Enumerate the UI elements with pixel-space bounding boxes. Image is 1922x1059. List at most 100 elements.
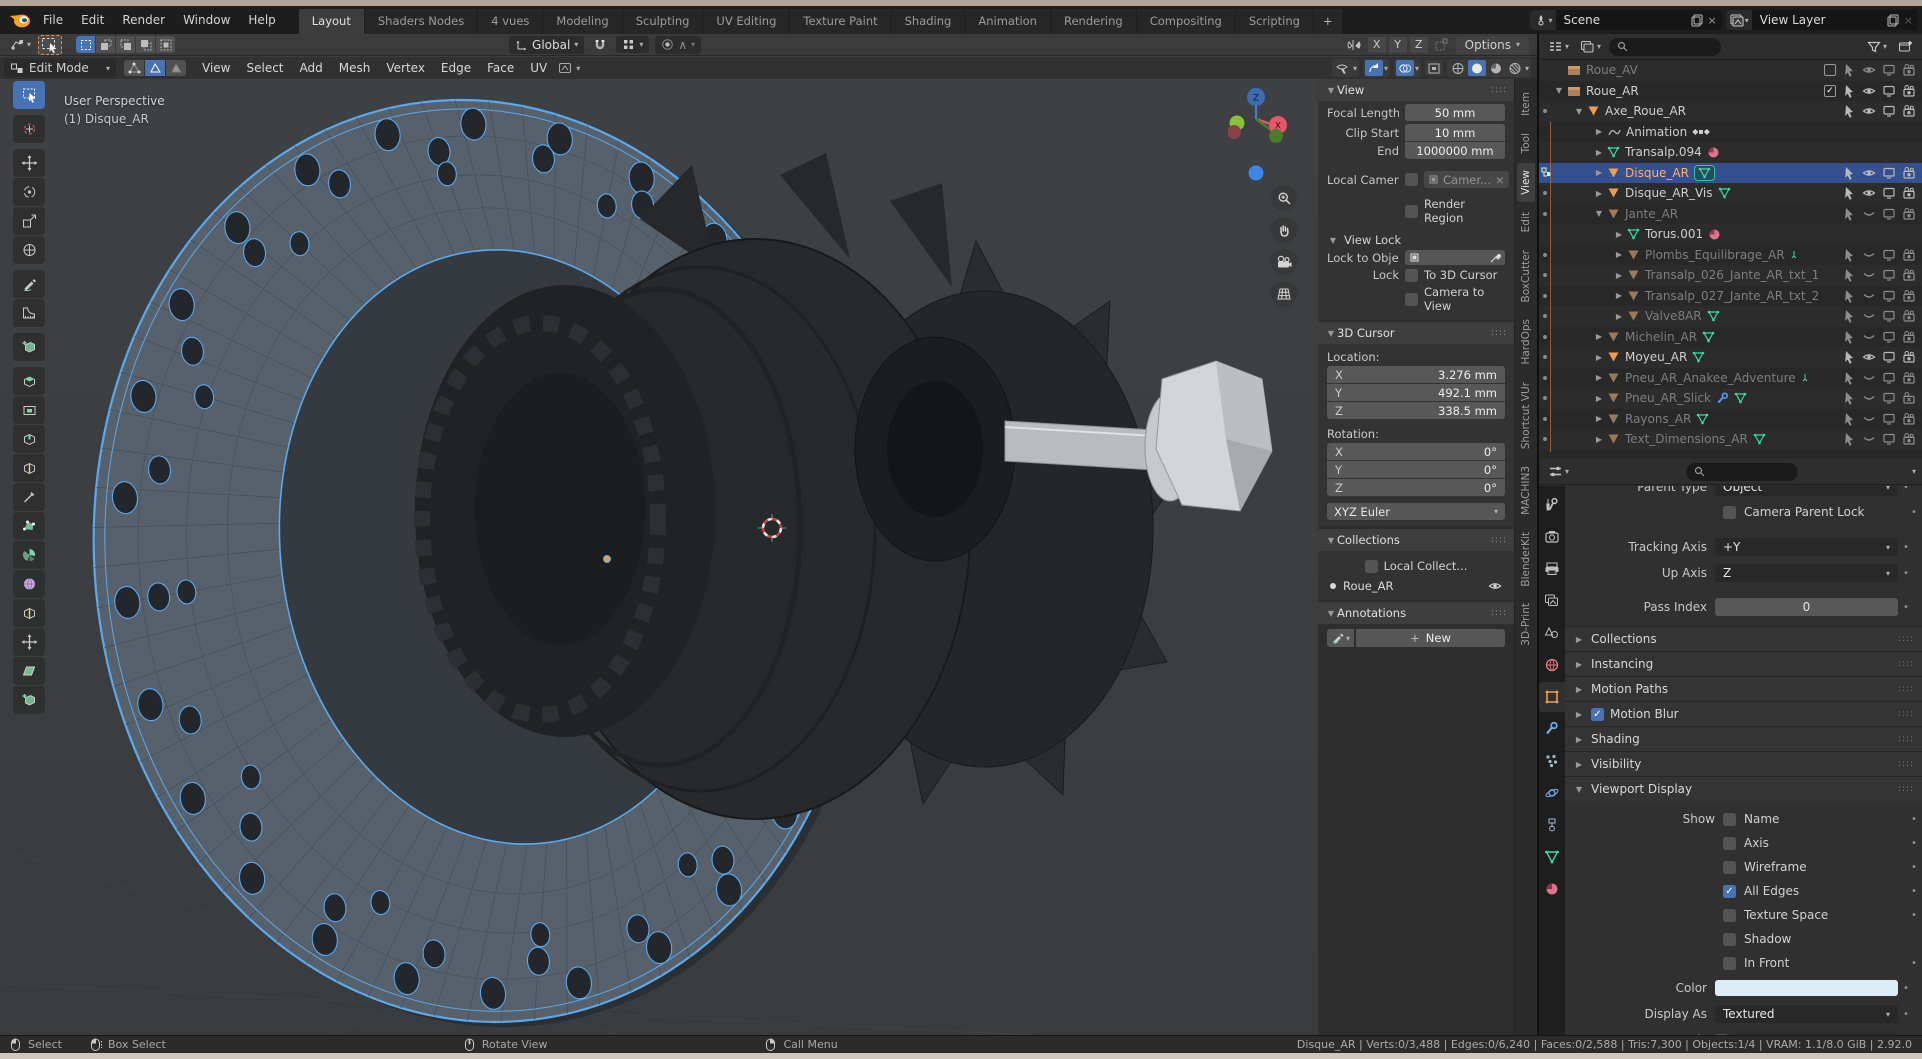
- render-region-checkbox[interactable]: [1405, 205, 1418, 218]
- visibility-eye-icon[interactable]: [1862, 350, 1876, 364]
- select-intersect-button[interactable]: [156, 36, 175, 53]
- pan-hand-icon[interactable]: [1271, 217, 1297, 243]
- shading-solid-icon[interactable]: [1468, 60, 1486, 76]
- view-section-header[interactable]: ▼View::::: [1318, 79, 1514, 101]
- outliner-row-roue_av[interactable]: Roue_AV: [1539, 60, 1922, 81]
- render-disable-icon[interactable]: [1902, 350, 1916, 364]
- render-disable-icon[interactable]: [1902, 166, 1916, 180]
- properties-tab-material[interactable]: [1539, 874, 1565, 904]
- viewport-disable-icon[interactable]: [1882, 186, 1896, 200]
- visibility-eye-closed-icon[interactable]: [1862, 248, 1876, 262]
- gizmo-z-neg-axis[interactable]: [1249, 166, 1264, 181]
- outliner-row-text_dimensions_ar[interactable]: ▶Text_Dimensions_AR: [1539, 429, 1922, 450]
- selectable-icon[interactable]: [1842, 391, 1856, 405]
- workspace-tab-shading[interactable]: Shading: [892, 9, 965, 34]
- render-disable-icon[interactable]: [1902, 268, 1916, 282]
- n-panel-tab-machin3[interactable]: MACHIN3: [1517, 459, 1535, 522]
- xray-toggle-icon[interactable]: [1425, 60, 1443, 76]
- workspace-tab-rendering[interactable]: Rendering: [1051, 9, 1136, 34]
- outliner-row-animation[interactable]: ▶Animation◆▪◆: [1539, 122, 1922, 143]
- workspace-tab-layout[interactable]: Layout: [299, 9, 364, 34]
- local-collections-checkbox[interactable]: [1365, 560, 1378, 573]
- outliner-row-plombs_equilibrage_ar[interactable]: ▶Plombs_Equilibrage_AR: [1539, 245, 1922, 266]
- visibility-eye-icon[interactable]: [1862, 166, 1876, 180]
- selectable-icon[interactable]: [1842, 309, 1856, 323]
- n-panel-tab-hardops[interactable]: HardOps: [1517, 312, 1535, 372]
- rotate-tool-button[interactable]: [13, 178, 45, 206]
- cursor-rot-x[interactable]: X0°: [1327, 443, 1505, 460]
- panel-header-collections[interactable]: ▶Collections::::: [1565, 626, 1922, 651]
- cursor-tool-button[interactable]: [13, 115, 45, 143]
- selectable-icon[interactable]: [1842, 186, 1856, 200]
- panel-header-instancing[interactable]: ▶Instancing::::: [1565, 651, 1922, 676]
- mirror-y-button[interactable]: Y: [1389, 37, 1407, 53]
- select-extend-button[interactable]: [96, 36, 115, 53]
- selectable-icon[interactable]: [1842, 350, 1856, 364]
- motion-blur-checkbox[interactable]: ✓: [1591, 708, 1604, 721]
- render-disable-icon[interactable]: [1902, 309, 1916, 323]
- visibility-eye-closed-icon[interactable]: [1862, 391, 1876, 405]
- visibility-eye-closed-icon[interactable]: [1862, 330, 1876, 344]
- render-disable-icon[interactable]: [1902, 330, 1916, 344]
- clip-end-field[interactable]: 1000000 mm: [1405, 142, 1505, 159]
- workspace-tab-4-vues[interactable]: 4 vues: [478, 9, 542, 34]
- zoom-icon[interactable]: [1271, 185, 1297, 211]
- panel-header-visibility[interactable]: ▶Visibility::::: [1565, 751, 1922, 776]
- workspace-tab-uv-editing[interactable]: UV Editing: [703, 9, 789, 34]
- outliner-row-jante_ar[interactable]: ▼Jante_AR: [1539, 204, 1922, 225]
- visibility-eye-closed-icon[interactable]: [1862, 207, 1876, 221]
- render-disable-icon[interactable]: [1902, 207, 1916, 221]
- outliner-row-moyeu_ar[interactable]: ▶Moyeu_AR: [1539, 347, 1922, 368]
- selectable-icon[interactable]: [1842, 207, 1856, 221]
- viewport-disable-icon[interactable]: [1882, 432, 1896, 446]
- visibility-eye-icon[interactable]: [1862, 104, 1876, 118]
- panel-header-motion-paths[interactable]: ▶Motion Paths::::: [1565, 676, 1922, 701]
- viewport-disable-icon[interactable]: [1882, 391, 1896, 405]
- annotation-tool-dropdown[interactable]: ▾: [1327, 629, 1354, 647]
- scale-tool-button[interactable]: [13, 207, 45, 235]
- workspace-tab-modeling[interactable]: Modeling: [543, 9, 621, 34]
- scene-browse-icon[interactable]: ▾: [1530, 10, 1556, 30]
- view-lock-subheader[interactable]: ▼View Lock: [1327, 233, 1505, 247]
- selectable-icon[interactable]: [1842, 330, 1856, 344]
- visibility-eye-icon[interactable]: [1862, 186, 1876, 200]
- menu-edit[interactable]: Edit: [72, 8, 113, 32]
- add-workspace-button[interactable]: +: [1314, 9, 1342, 34]
- select-new-button[interactable]: [76, 36, 95, 53]
- camera-parent-lock-checkbox[interactable]: [1723, 506, 1736, 519]
- collection-exclude-checkbox[interactable]: ✓: [1824, 85, 1836, 97]
- selectable-icon[interactable]: [1842, 104, 1856, 118]
- selectable-icon[interactable]: [1842, 289, 1856, 303]
- workspace-tab-compositing[interactable]: Compositing: [1137, 9, 1235, 34]
- cursor-loc-y[interactable]: Y492.1 mm: [1327, 384, 1505, 401]
- render-disable-icon[interactable]: [1902, 63, 1916, 77]
- clip-start-field[interactable]: 10 mm: [1405, 124, 1505, 141]
- outliner-row-transalp_027_jante_ar_txt_2[interactable]: ▶Transalp_027_Jante_AR_txt_2: [1539, 286, 1922, 307]
- collection-exclude-checkbox[interactable]: [1824, 64, 1836, 76]
- view-layer-actions[interactable]: ×: [1882, 14, 1918, 27]
- view-layer-selector[interactable]: ▾ View Layer ×: [1726, 10, 1918, 30]
- properties-tab-particles[interactable]: [1539, 746, 1565, 776]
- wireframe-checkbox[interactable]: [1723, 861, 1736, 874]
- outliner-row-axe_roue_ar[interactable]: ▼Axe_Roue_AR: [1539, 101, 1922, 122]
- n-panel-tab-edit[interactable]: Edit: [1517, 205, 1535, 239]
- to-3d-cursor-checkbox[interactable]: [1405, 269, 1418, 282]
- properties-tab-object-data[interactable]: [1539, 842, 1565, 872]
- shading-material-icon[interactable]: [1487, 60, 1505, 76]
- scene-actions[interactable]: ×: [1686, 14, 1722, 27]
- filter-icon[interactable]: ▾: [1864, 40, 1890, 54]
- workspace-tab-animation[interactable]: Animation: [965, 9, 1050, 34]
- viewport-menu-face[interactable]: Face: [479, 58, 522, 78]
- color-swatch[interactable]: [1715, 980, 1898, 996]
- render-disable-icon[interactable]: [1902, 248, 1916, 262]
- selectable-icon[interactable]: [1842, 432, 1856, 446]
- properties-search-input[interactable]: [1686, 463, 1798, 481]
- panel-header-shading[interactable]: ▶Shading::::: [1565, 726, 1922, 751]
- menu-window[interactable]: Window: [174, 8, 239, 32]
- viewport-disable-icon[interactable]: [1882, 268, 1896, 282]
- name-checkbox[interactable]: [1723, 813, 1736, 826]
- viewport-disable-icon[interactable]: [1882, 248, 1896, 262]
- 3d-cursor-header[interactable]: ▼3D Cursor::::: [1318, 322, 1514, 344]
- outliner-row-transalp_026_jante_ar_txt_1[interactable]: ▶Transalp_026_Jante_AR_txt_1: [1539, 265, 1922, 286]
- viewport-disable-icon[interactable]: [1882, 84, 1896, 98]
